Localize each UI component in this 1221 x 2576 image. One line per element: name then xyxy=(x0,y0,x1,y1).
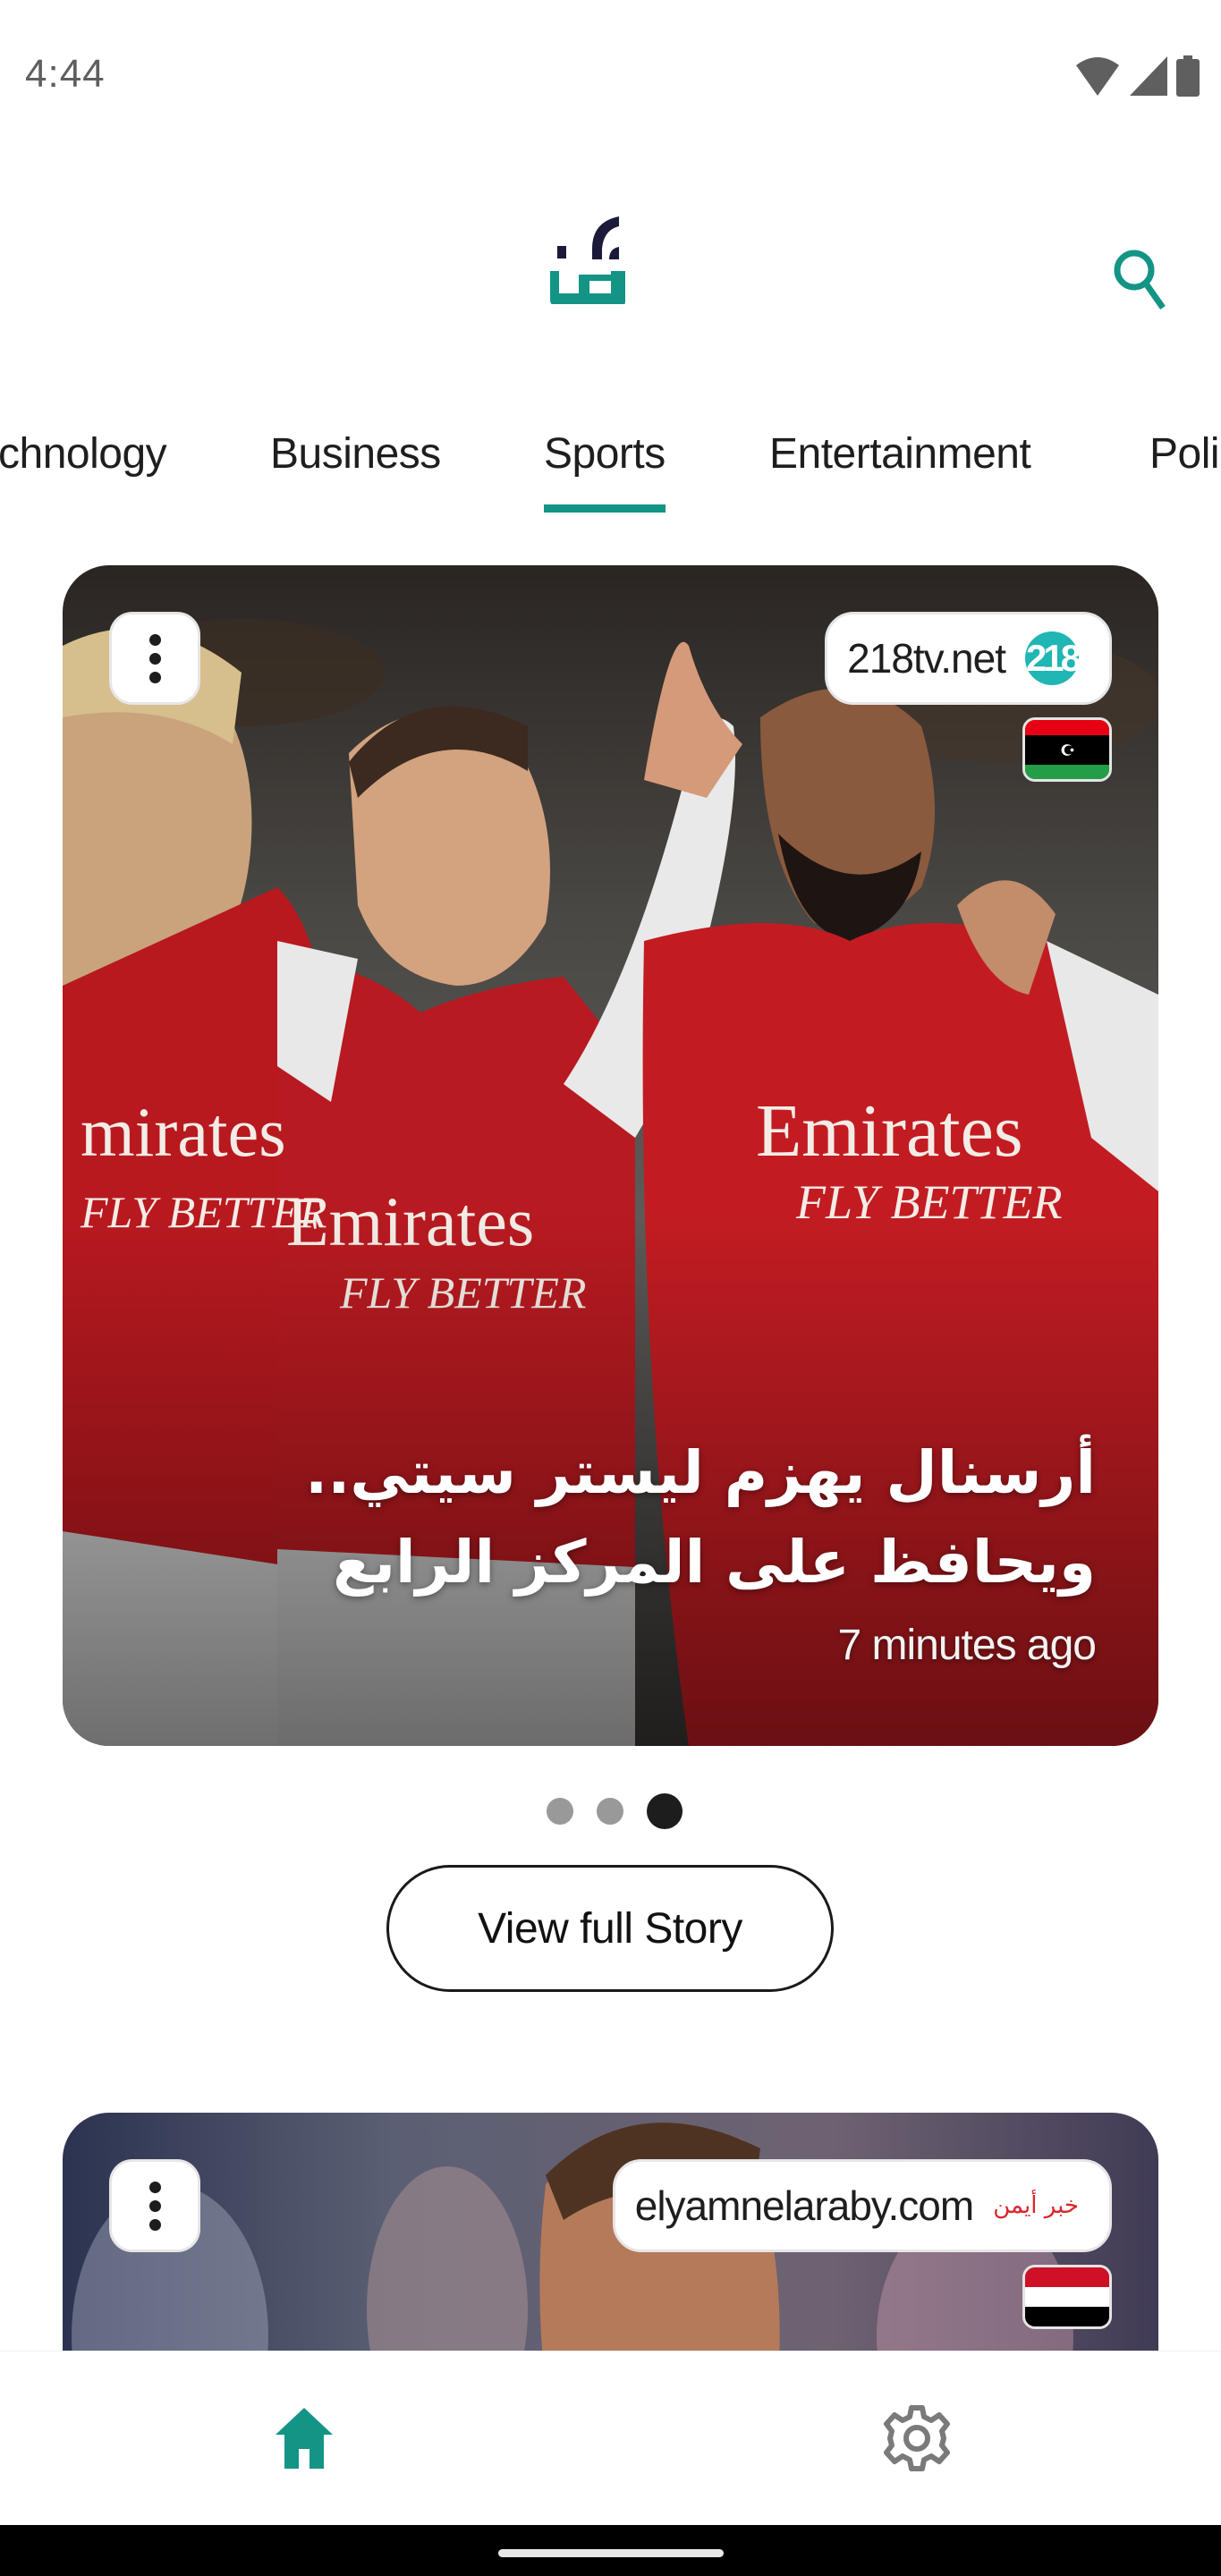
more-vertical-icon xyxy=(148,2181,161,2193)
source-badge[interactable]: elyamnelaraby.com خبر أيمن xyxy=(612,2159,1112,2252)
story-menu-button[interactable] xyxy=(109,2159,200,2252)
source-logo: خبر أيمن xyxy=(993,2192,1079,2219)
category-tabs: chnology Business Sports Entertainment P… xyxy=(0,394,1221,528)
pager-dot[interactable] xyxy=(596,1798,623,1825)
source-badge[interactable]: 218tv.net 218 xyxy=(825,612,1112,705)
signal-icon xyxy=(1130,56,1167,96)
tab-politics[interactable]: Poli xyxy=(1149,429,1220,479)
bottom-navigation xyxy=(0,2351,1221,2525)
gear-icon[interactable] xyxy=(881,2402,953,2474)
home-icon[interactable] xyxy=(268,2402,340,2474)
story-headline[interactable]: أرسنال يهزم ليستر سيتي.. ويحافظ على المر… xyxy=(219,1428,1096,1607)
battery-icon xyxy=(1176,55,1200,97)
status-bar: 4:44 xyxy=(0,0,1221,152)
tab-business[interactable]: Business xyxy=(270,429,441,479)
view-full-story-button[interactable]: View full Story xyxy=(386,1865,834,1992)
story-timestamp: 7 minutes ago xyxy=(837,1622,1097,1669)
status-time: 4:44 xyxy=(25,52,106,96)
pager-dot-active[interactable] xyxy=(646,1793,683,1829)
source-logo: 218 xyxy=(1025,631,1081,685)
more-vertical-icon xyxy=(148,633,161,646)
system-gesture-bar xyxy=(0,2525,1221,2576)
wifi-icon xyxy=(1076,57,1119,96)
app-header xyxy=(0,179,1221,340)
tab-sports[interactable]: Sports xyxy=(544,429,666,513)
libya-flag-icon xyxy=(1022,717,1112,782)
tab-technology[interactable]: chnology xyxy=(0,429,167,479)
source-name: 218tv.net xyxy=(847,635,1006,682)
yemen-flag-icon xyxy=(1022,2265,1112,2329)
story-menu-button[interactable] xyxy=(109,612,200,705)
pager-dot[interactable] xyxy=(546,1798,573,1825)
search-icon[interactable] xyxy=(1107,243,1179,315)
status-icons xyxy=(1074,55,1200,97)
story-card[interactable]: mirates FLY BETTER Emirates FLY BETTER E… xyxy=(63,565,1158,1746)
app-logo[interactable] xyxy=(550,215,671,304)
tab-entertainment[interactable]: Entertainment xyxy=(769,429,1031,479)
source-name: elyamnelaraby.com xyxy=(634,2182,974,2229)
carousel-pager xyxy=(0,1793,1221,1829)
home-gesture-handle[interactable] xyxy=(498,2549,724,2557)
